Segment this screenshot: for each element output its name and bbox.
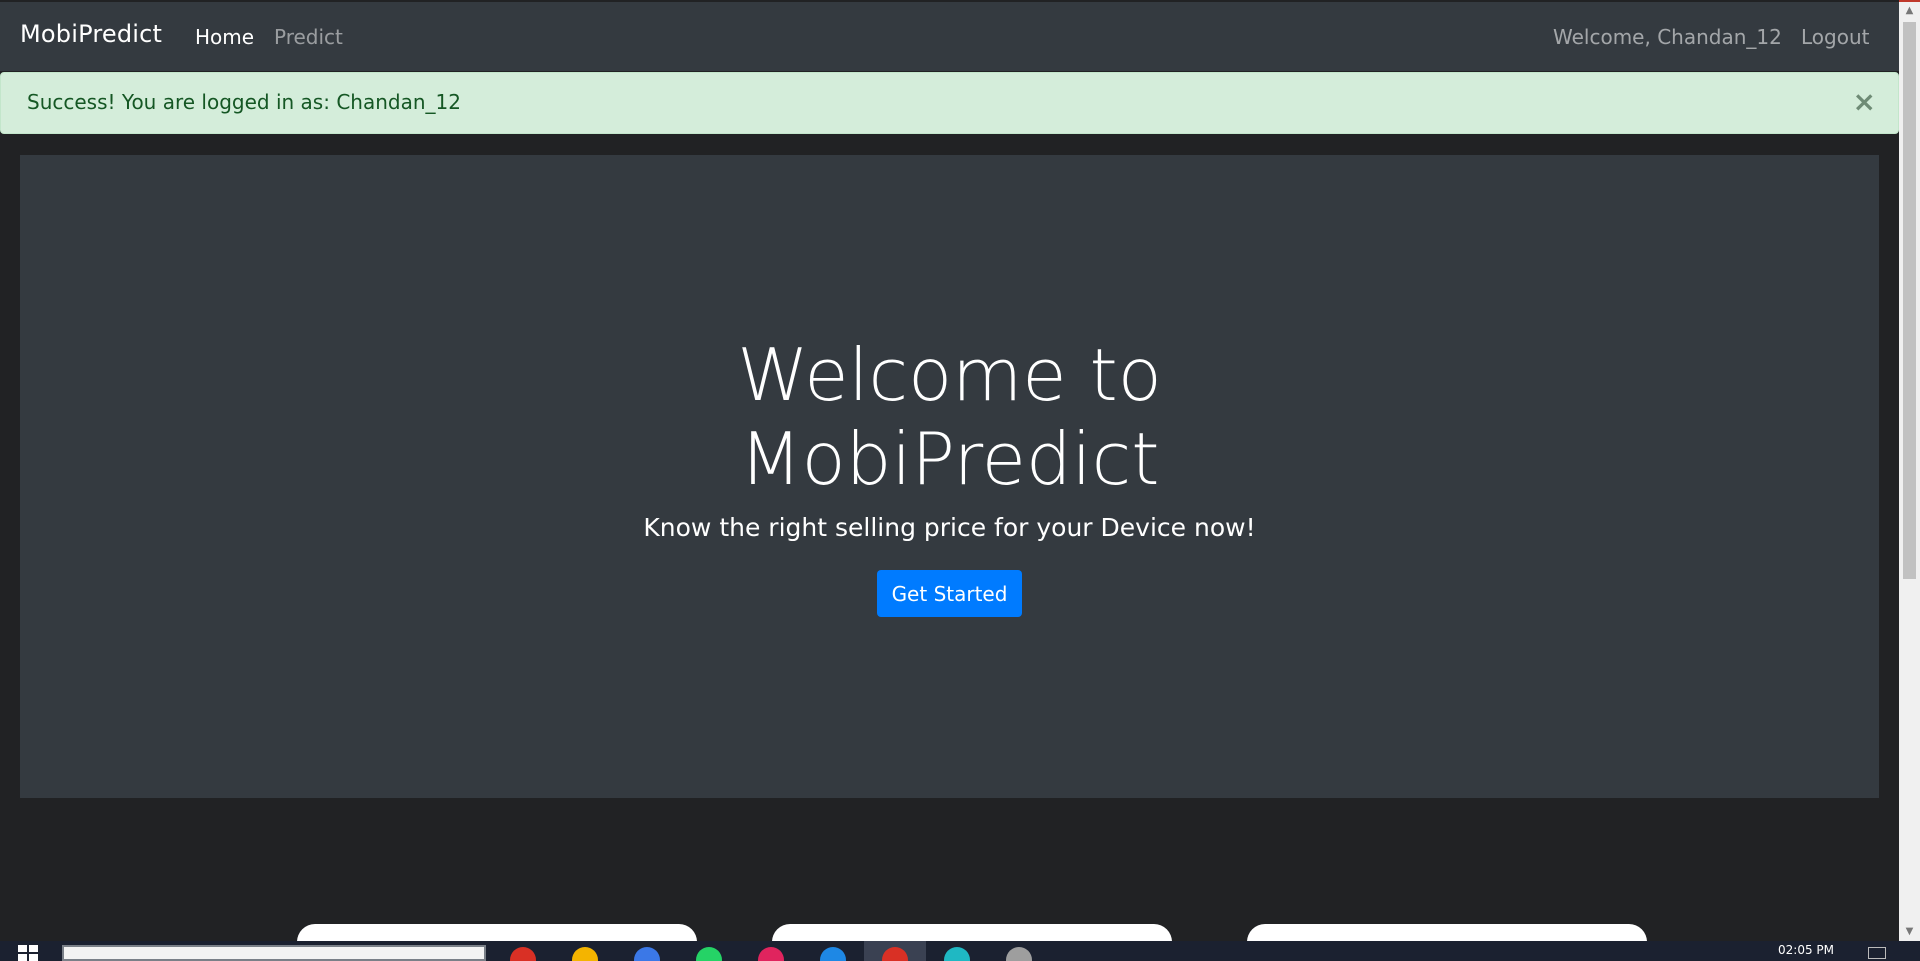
brand-link[interactable]: MobiPredict (20, 20, 162, 48)
scroll-down-arrow-icon[interactable]: ▼ (1903, 925, 1916, 939)
feature-card (772, 924, 1172, 941)
hero-title-line-1: Welcome to (737, 333, 1162, 417)
windows-taskbar: 02:05 PM (0, 941, 1920, 961)
taskbar-clock: 02:05 PM (1778, 943, 1834, 957)
vscode-icon[interactable] (820, 947, 846, 961)
scroll-up-arrow-icon[interactable]: ▲ (1903, 4, 1916, 18)
success-alert: Success! You are logged in as: Chandan_1… (0, 72, 1899, 134)
chrome-icon[interactable] (510, 947, 536, 961)
get-started-button[interactable]: Get Started (877, 570, 1022, 617)
document-icon[interactable] (634, 947, 660, 961)
scrollbar-thumb[interactable] (1903, 22, 1916, 579)
hero-title-line-2: MobiPredict (739, 417, 1160, 501)
taskbar-search-input[interactable] (62, 945, 486, 961)
notifications-icon[interactable] (1868, 947, 1886, 959)
nav-home-link[interactable]: Home (195, 25, 254, 49)
windows-start-icon[interactable] (10, 941, 50, 961)
navbar: MobiPredict Home Predict Welcome, Chanda… (0, 2, 1899, 71)
nav-predict-link[interactable]: Predict (274, 25, 343, 49)
logout-link[interactable]: Logout (1801, 25, 1869, 49)
feature-card (1247, 924, 1647, 941)
edge-icon[interactable] (944, 947, 970, 961)
welcome-user-text: Welcome, Chandan_12 (1553, 25, 1782, 49)
hero-jumbotron: Welcome to MobiPredict Know the right se… (20, 155, 1879, 798)
page-viewport: MobiPredict Home Predict Welcome, Chanda… (0, 0, 1899, 941)
feature-card (297, 924, 697, 941)
hero-subtitle: Know the right selling price for your De… (643, 513, 1256, 542)
hero-title: Welcome to MobiPredict (20, 333, 1879, 501)
whatsapp-icon[interactable] (696, 947, 722, 961)
close-icon[interactable]: × (1853, 85, 1876, 118)
database-icon[interactable] (1006, 947, 1032, 961)
alert-message: Success! You are logged in as: Chandan_1… (27, 90, 461, 114)
file-explorer-icon[interactable] (572, 947, 598, 961)
opera-icon[interactable] (758, 947, 784, 961)
